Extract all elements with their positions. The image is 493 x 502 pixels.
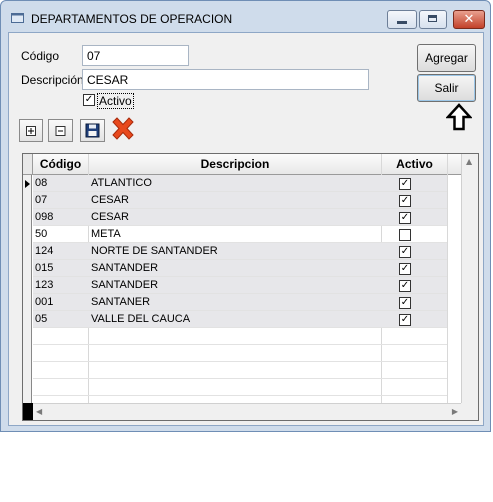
scroll-right-icon[interactable]: ▶ <box>452 407 458 416</box>
table-row[interactable]: 07 CESAR ✓ <box>33 192 447 209</box>
column-divider <box>447 154 448 403</box>
close-button[interactable]: ✕ <box>453 10 485 29</box>
col-header-descripcion[interactable]: Descripcion <box>89 154 382 174</box>
cell-activo-checkbox[interactable]: ✓ <box>399 212 411 224</box>
cell-descripcion[interactable]: META <box>91 228 121 240</box>
activo-check-icon[interactable]: ✓ <box>83 94 95 106</box>
current-row-indicator-icon <box>25 180 30 188</box>
table-row[interactable]: 50 META <box>33 226 447 243</box>
cell-codigo[interactable]: 098 <box>35 211 53 223</box>
grid-header: Código Descripcion Activo <box>23 154 463 175</box>
save-button[interactable] <box>80 119 105 142</box>
save-icon <box>85 123 100 138</box>
cell-activo-checkbox[interactable]: ✓ <box>399 195 411 207</box>
cell-descripcion[interactable]: CESAR <box>91 194 129 206</box>
close-icon: ✕ <box>463 12 475 27</box>
remove-record-button[interactable] <box>48 119 73 142</box>
table-row[interactable]: 015 SANTANDER ✓ <box>33 260 447 277</box>
table-row[interactable]: 08 ATLANTICO ✓ <box>33 175 447 192</box>
table-row[interactable]: 001 SANTANER ✓ <box>33 294 447 311</box>
table-row[interactable]: 098 CESAR ✓ <box>33 209 447 226</box>
cell-activo-checkbox[interactable]: ✓ <box>399 297 411 309</box>
cell-activo-checkbox[interactable]: ✓ <box>399 246 411 258</box>
delete-button[interactable] <box>110 116 136 143</box>
empty-row[interactable] <box>33 379 447 396</box>
activo-label: Activo <box>97 93 134 109</box>
empty-row[interactable] <box>33 362 447 379</box>
codigo-label: Código <box>21 49 60 63</box>
cell-descripcion[interactable]: VALLE DEL CAUCA <box>91 313 190 325</box>
minimize-button[interactable] <box>387 10 417 29</box>
cell-activo-checkbox[interactable]: ✓ <box>399 178 411 190</box>
scroll-left-icon[interactable]: ◀ <box>36 407 42 416</box>
cell-codigo[interactable]: 05 <box>35 313 47 325</box>
descripcion-input[interactable]: CESAR <box>82 69 369 90</box>
codigo-input[interactable]: 07 <box>82 45 189 66</box>
client-area: Código 07 Descripción CESAR ✓ Activo Agr… <box>8 32 484 426</box>
table-row[interactable]: 123 SANTANDER ✓ <box>33 277 447 294</box>
add-record-button[interactable] <box>19 119 43 142</box>
row-header-column <box>23 175 32 405</box>
add-record-icon <box>26 126 36 136</box>
descripcion-label: Descripción <box>21 73 84 87</box>
grid-corner <box>23 403 33 420</box>
scroll-up-icon[interactable]: ▲ <box>466 157 472 166</box>
window-title: DEPARTAMENTOS DE OPERACION <box>31 12 233 26</box>
maximize-icon <box>428 15 437 22</box>
table-row[interactable]: 124 NORTE DE SANTANDER ✓ <box>33 243 447 260</box>
cell-codigo[interactable]: 123 <box>35 279 53 291</box>
agregar-button[interactable]: Agregar <box>417 44 476 72</box>
empty-row[interactable] <box>33 345 447 362</box>
main-window: DEPARTAMENTOS DE OPERACION ✕ Código 07 D… <box>0 0 491 432</box>
cell-activo-checkbox[interactable]: ✓ <box>399 280 411 292</box>
up-arrow-icon <box>446 103 472 131</box>
vertical-scrollbar[interactable]: ▲ <box>461 154 478 403</box>
cell-descripcion[interactable]: SANTANDER <box>91 262 158 274</box>
departments-grid[interactable]: Código Descripcion Activo 08 ATLANTICO ✓ 07… <box>22 153 479 421</box>
delete-icon <box>112 117 134 140</box>
minimize-icon <box>397 21 407 24</box>
cell-descripcion[interactable]: SANTANER <box>91 296 150 308</box>
cell-activo-checkbox[interactable]: ✓ <box>399 263 411 275</box>
salir-button[interactable]: Salir <box>417 74 476 102</box>
cell-descripcion[interactable]: SANTANDER <box>91 279 158 291</box>
horizontal-scrollbar[interactable]: ◀ ▶ <box>33 403 461 420</box>
col-header-activo[interactable]: Activo <box>382 154 448 174</box>
col-header-codigo[interactable]: Código <box>33 154 89 174</box>
cell-codigo[interactable]: 08 <box>35 177 47 189</box>
cell-codigo[interactable]: 124 <box>35 245 53 257</box>
cell-codigo[interactable]: 015 <box>35 262 53 274</box>
app-icon <box>11 13 24 23</box>
maximize-button[interactable] <box>419 10 447 29</box>
row-header-corner <box>23 154 33 174</box>
cell-descripcion[interactable]: CESAR <box>91 211 129 223</box>
cell-activo-checkbox[interactable] <box>399 229 411 241</box>
cell-activo-checkbox[interactable]: ✓ <box>399 314 411 326</box>
cell-descripcion[interactable]: ATLANTICO <box>91 177 152 189</box>
table-row[interactable]: 05 VALLE DEL CAUCA ✓ <box>33 311 447 328</box>
cell-codigo[interactable]: 001 <box>35 296 53 308</box>
empty-row[interactable] <box>33 328 447 345</box>
cell-codigo[interactable]: 50 <box>35 228 47 240</box>
cell-codigo[interactable]: 07 <box>35 194 47 206</box>
title-bar[interactable]: DEPARTAMENTOS DE OPERACION ✕ <box>1 1 490 33</box>
scroll-corner <box>461 403 478 420</box>
remove-record-icon <box>55 126 66 136</box>
cell-descripcion[interactable]: NORTE DE SANTANDER <box>91 245 218 257</box>
